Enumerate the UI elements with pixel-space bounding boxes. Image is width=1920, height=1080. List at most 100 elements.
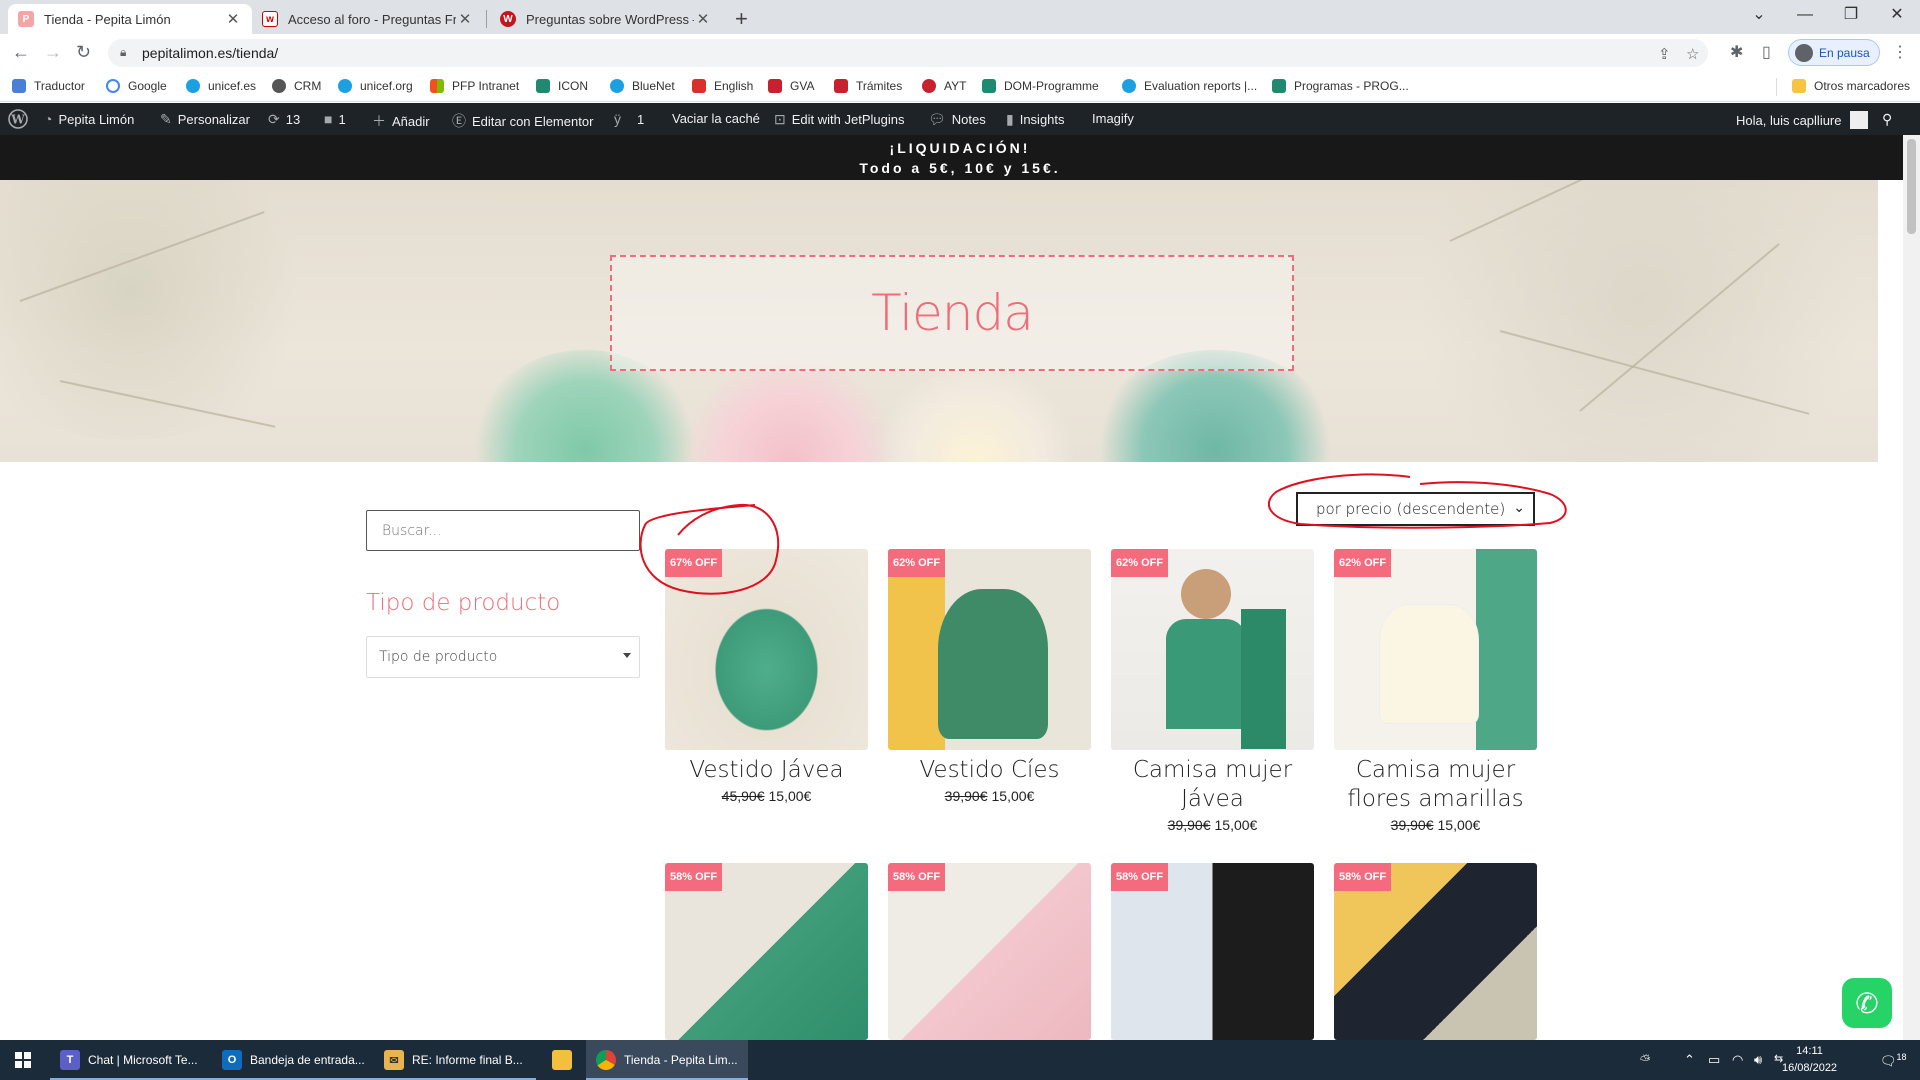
product-card[interactable]: 58% OFF (665, 863, 868, 1040)
wp-search-icon[interactable]: ⚲ (1882, 111, 1898, 128)
tray-chevron-up-icon[interactable]: ⌃ (1684, 1052, 1695, 1068)
wp-customize[interactable]: ✎ Personalizar (160, 111, 250, 128)
product-name[interactable]: Camisa mujer Jávea (1111, 756, 1314, 814)
wp-site-name[interactable]: ◔ Pepita Limón (44, 111, 134, 127)
bookmark-item[interactable]: Programas - PROG... (1272, 79, 1409, 93)
product-card[interactable]: 58% OFF (1334, 863, 1537, 1040)
close-icon[interactable]: ✕ (694, 10, 712, 28)
taskbar-chrome[interactable]: Tienda - Pepita Lim... (586, 1040, 748, 1080)
wp-notes[interactable]: 💬︎ Notes (928, 111, 986, 128)
speech-bubble-icon: 💬︎ (928, 111, 946, 127)
orderby-select[interactable]: por precio (descendente) ⌄ (1296, 492, 1535, 526)
product-image[interactable]: 58% OFF (665, 863, 868, 1040)
page-title: Tienda (871, 284, 1034, 342)
window-close-icon[interactable]: ✕ (1874, 0, 1920, 30)
bookmark-star-icon[interactable]: ☆ (1686, 45, 1699, 63)
comment-icon: ■ (324, 111, 333, 127)
product-card[interactable]: 58% OFF (888, 863, 1091, 1040)
reload-icon[interactable]: ↻ (76, 42, 91, 63)
tab-preguntas-wordpress[interactable]: W Preguntas sobre WordPress – Foro ✕ (490, 4, 722, 34)
discount-badge: 58% OFF (888, 863, 946, 891)
share-icon[interactable]: ⇪ (1658, 45, 1671, 63)
notifications-icon[interactable]: 🗨︎18 (1880, 1052, 1907, 1069)
tab-acceso-foro[interactable]: w Acceso al foro - Preguntas Frecuentes … (252, 4, 484, 34)
tab-search-chevron-icon[interactable]: ⌄ (1736, 0, 1782, 30)
product-card[interactable]: 67% OFF Vestido Jávea 45,90€ 15,00€ (665, 549, 868, 804)
tab-tienda[interactable]: P Tienda - Pepita Limón ✕ (8, 4, 252, 34)
close-icon[interactable]: ✕ (456, 10, 474, 28)
bookmark-item[interactable]: CRM (272, 79, 321, 93)
taskbar-email[interactable]: ✉ RE: Informe final B... (374, 1040, 536, 1080)
wp-yoast[interactable]: ÿ1 (614, 111, 644, 127)
bookmark-item[interactable]: ICON (536, 79, 588, 93)
bookmark-item[interactable]: Google (106, 79, 167, 93)
wp-clear-cache[interactable]: Vaciar la caché (672, 111, 760, 126)
bookmark-item[interactable]: BlueNet (610, 79, 675, 93)
bookmark-item[interactable]: Evaluation reports |... (1122, 79, 1257, 93)
weather-icon[interactable]: ⛅︎ (1640, 1052, 1650, 1068)
product-card[interactable]: 62% OFF Vestido Cíes 39,90€ 15,00€ (888, 549, 1091, 804)
product-card[interactable]: 58% OFF (1111, 863, 1314, 1040)
product-card[interactable]: 62% OFF Camisa mujer flores amarillas 39… (1334, 549, 1537, 833)
search-input[interactable] (366, 510, 640, 551)
product-image[interactable]: 67% OFF (665, 549, 868, 750)
forward-arrow-icon[interactable]: → (44, 42, 62, 63)
scrollbar-thumb[interactable] (1907, 139, 1916, 234)
product-name[interactable]: Vestido Jávea (665, 756, 868, 785)
translate-icon (12, 79, 26, 93)
wifi-icon[interactable]: ◠ (1732, 1052, 1743, 1068)
product-card[interactable]: 62% OFF Camisa mujer Jávea 39,90€ 15,00€ (1111, 549, 1314, 833)
close-icon[interactable]: ✕ (224, 10, 242, 28)
discount-badge: 62% OFF (1334, 549, 1392, 577)
bookmark-item[interactable]: Traductor (12, 79, 85, 93)
bookmark-item[interactable]: DOM-Programme (982, 79, 1099, 93)
taskbar-outlook[interactable]: O Bandeja de entrada... (212, 1040, 374, 1080)
product-image[interactable]: 62% OFF (1334, 549, 1537, 750)
product-image[interactable]: 58% OFF (1111, 863, 1314, 1040)
wp-updates[interactable]: ⟳ 13 (268, 111, 300, 128)
profile-paused-chip[interactable]: En pausa (1788, 39, 1880, 66)
product-image[interactable]: 58% OFF (1334, 863, 1537, 1040)
taskbar-file-explorer[interactable] (542, 1040, 584, 1080)
new-tab-icon[interactable]: + (735, 6, 748, 32)
volume-icon[interactable]: 🔊︎ (1754, 1052, 1762, 1068)
product-name[interactable]: Camisa mujer flores amarillas (1334, 756, 1537, 814)
bookmark-item[interactable]: AYT (922, 79, 966, 93)
bookmark-item[interactable]: PFP Intranet (430, 79, 519, 93)
extensions-puzzle-icon[interactable]: ✱ (1730, 42, 1743, 62)
wp-imagify[interactable]: Imagify (1092, 111, 1134, 126)
other-bookmarks[interactable]: Otros marcadores (1792, 79, 1910, 93)
wp-insights[interactable]: ▮ Insights (1006, 111, 1065, 128)
side-panel-icon[interactable]: ▯ (1762, 42, 1771, 62)
wp-account[interactable]: Hola, luis caplliure (1736, 111, 1868, 129)
wp-comments[interactable]: ■ 1 (324, 111, 346, 127)
back-arrow-icon[interactable]: ← (12, 42, 30, 63)
unicef-icon (186, 79, 200, 93)
whatsapp-chat-button[interactable]: ✆ (1842, 978, 1892, 1028)
wp-elementor[interactable]: Ⓔ Editar con Elementor (452, 111, 593, 131)
bookmark-item[interactable]: Trámites (834, 79, 902, 93)
restore-icon[interactable]: ❐ (1828, 0, 1874, 30)
page-scrollbar[interactable] (1903, 135, 1920, 1040)
wp-jetplugins[interactable]: ⊡ Edit with JetPlugins (774, 111, 904, 128)
taskbar-clock[interactable]: 14:11 16/08/2022 (1782, 1043, 1837, 1077)
english-icon (692, 79, 706, 93)
minimize-icon[interactable]: — (1782, 0, 1828, 30)
wordpress-logo-icon[interactable]: W (8, 109, 28, 129)
wp-add-new[interactable]: ＋ Añadir (372, 111, 430, 131)
product-name[interactable]: Vestido Cíes (888, 756, 1091, 785)
product-image[interactable]: 62% OFF (888, 549, 1091, 750)
product-image[interactable]: 58% OFF (888, 863, 1091, 1040)
bookmark-item[interactable]: unicef.es (186, 79, 256, 93)
taskbar-teams[interactable]: T Chat | Microsoft Te... (50, 1040, 212, 1080)
product-image[interactable]: 62% OFF (1111, 549, 1314, 750)
blouse-shape (1379, 604, 1479, 724)
bookmark-item[interactable]: GVA (768, 79, 814, 93)
menu-kebab-icon[interactable]: ⋮ (1892, 42, 1908, 62)
address-bar[interactable]: 🔒︎ pepitalimon.es/tienda/ ⇪ ☆ (108, 39, 1708, 67)
battery-icon[interactable]: ▭ (1708, 1052, 1720, 1068)
product-type-select[interactable]: Tipo de producto (366, 636, 640, 678)
windows-start-icon[interactable] (15, 1052, 31, 1068)
bookmark-item[interactable]: English (692, 79, 753, 93)
bookmark-item[interactable]: unicef.org (338, 79, 413, 93)
